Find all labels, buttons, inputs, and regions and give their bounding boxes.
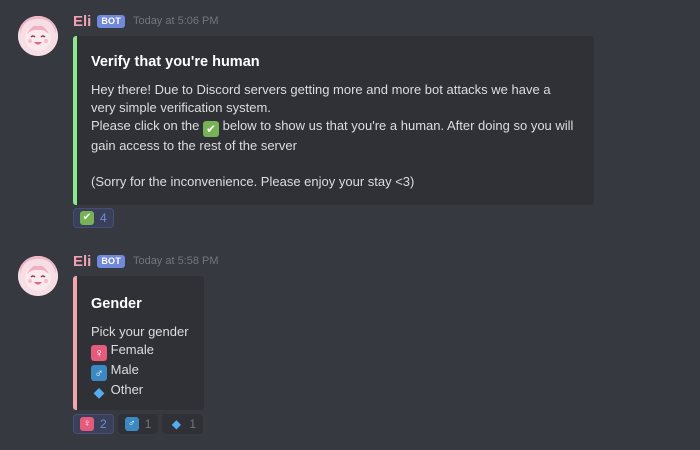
bot-tag: BOT [97,14,125,28]
reaction-count: 4 [100,211,107,225]
embed-text: below to show us that you're a human. Af… [222,118,574,133]
timestamp[interactable]: Today at 5:06 PM [133,15,219,27]
check-mark-icon: ✔ [203,121,220,137]
reaction-check[interactable]: ✔ 4 [73,208,114,228]
reactions: ✔ 4 [73,208,114,228]
gender-option-male: ♂ Male [91,361,188,381]
embed-title: Verify that you're human [91,54,260,70]
embed-title: Gender [91,296,142,312]
reaction-male[interactable]: ♂ 1 [117,414,159,434]
reaction-count: 1 [189,417,197,431]
embed-description: Hey there! Due to Discord servers gettin… [91,81,578,191]
option-label: Other [110,382,144,397]
option-label: Female [110,342,154,357]
embed-text: Please click on the [91,118,200,133]
option-label: Male [110,362,139,377]
embed-line: (Sorry for the inconvenience. Please enj… [91,174,415,189]
bot-tag: BOT [97,254,125,268]
reaction-female[interactable]: ♀ 2 [73,414,114,434]
reaction-count: 1 [144,417,152,431]
embed-line: Pick your gender [91,324,189,339]
embed-verify: Verify that you're human Hey there! Due … [73,36,594,205]
diamond-icon: ◆ [171,417,181,431]
check-mark-icon: ✔ [80,211,94,225]
embed-line: Hey there! Due to Discord servers gettin… [91,82,551,97]
gender-option-other: ◆ Other [91,381,188,400]
reaction-other[interactable]: ◆ 1 [162,414,204,434]
timestamp[interactable]: Today at 5:58 PM [133,255,219,267]
diamond-icon: ◆ [93,384,105,400]
embed-gender: Gender Pick your gender ♀ Female ♂ Male … [73,276,204,410]
reactions: ♀ 2 ♂ 1 ◆ 1 [73,414,204,434]
username[interactable]: Eli [73,13,91,30]
female-sign-icon: ♀ [91,345,107,361]
embed-line: gain access to the rest of the server [91,138,297,153]
reaction-count: 2 [100,417,107,431]
user-avatar[interactable] [18,256,58,296]
embed-description: Pick your gender ♀ Female ♂ Male ◆ Other [91,323,189,400]
embed-line: very simple verification system. [91,100,271,115]
message-header: Eli BOT Today at 5:58 PM [73,252,219,270]
embed-line: Please click on the ✔ below to show us t… [91,117,578,137]
male-sign-icon: ♂ [124,417,139,431]
message-header: Eli BOT Today at 5:06 PM [73,12,219,30]
user-avatar[interactable] [18,16,58,56]
female-sign-icon: ♀ [80,417,94,431]
male-sign-icon: ♂ [91,365,107,381]
username[interactable]: Eli [73,253,91,270]
gender-option-female: ♀ Female [91,341,188,361]
